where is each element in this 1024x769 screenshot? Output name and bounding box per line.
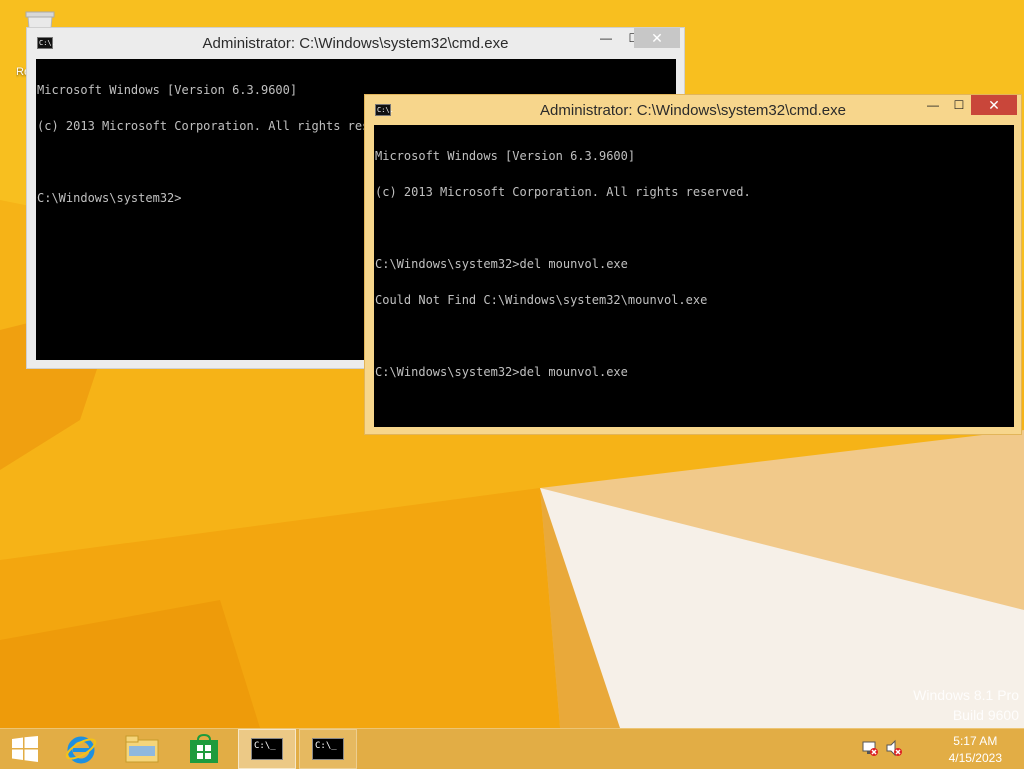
cmd-icon: C:\_ <box>251 738 283 760</box>
window-titlebar[interactable]: C:\. Administrator: C:\Windows\system32\… <box>27 28 684 58</box>
console-line: ​ <box>375 222 1014 234</box>
internet-explorer-button[interactable] <box>52 729 110 769</box>
network-disconnected-icon[interactable] <box>861 739 879 757</box>
watermark-edition: Windows 8.1 Pro <box>913 687 1019 703</box>
store-icon <box>190 734 218 763</box>
volume-muted-icon[interactable] <box>885 739 903 757</box>
minimize-button[interactable]: — <box>592 28 620 48</box>
cmd-icon: C:\_ <box>312 738 344 760</box>
internet-explorer-icon <box>65 736 97 764</box>
maximize-button[interactable]: ☐ <box>945 95 973 115</box>
start-button[interactable] <box>0 729 58 769</box>
console-line: Microsoft Windows [Version 6.3.9600] <box>375 149 636 163</box>
file-explorer-icon <box>125 735 159 763</box>
console-line: C:\Windows\system32>del mounvol.exe <box>375 365 628 379</box>
console-line: (c) 2013 Microsoft Corporation. All righ… <box>375 185 751 199</box>
console-output[interactable]: Microsoft Windows [Version 6.3.9600] (c)… <box>374 125 1014 427</box>
windows-logo-icon <box>12 736 38 762</box>
close-button[interactable]: ✕ <box>634 28 680 48</box>
window-title: Administrator: C:\Windows\system32\cmd.e… <box>202 35 509 52</box>
window-titlebar[interactable]: C:\. Administrator: C:\Windows\system32\… <box>365 95 1021 125</box>
os-watermark: Windows 8.1 Pro Build 9600 <box>913 685 1019 725</box>
cmd-window-front[interactable]: C:\. Administrator: C:\Windows\system32\… <box>364 94 1022 435</box>
clock-time: 5:17 AM <box>953 734 998 748</box>
file-explorer-button[interactable] <box>113 729 171 769</box>
cmd-taskbar-button-1[interactable]: C:\_ <box>238 729 296 769</box>
taskbar-clock[interactable]: 5:17 AM 4/15/2023 <box>949 733 1002 767</box>
console-line: Could Not Find C:\Windows\system32\mounv… <box>375 293 708 307</box>
close-button[interactable]: ✕ <box>971 95 1017 115</box>
console-line: ​ <box>375 330 1014 342</box>
watermark-build: Build 9600 <box>952 707 1019 723</box>
cmd-taskbar-button-2[interactable]: C:\_ <box>299 729 357 769</box>
clock-date: 4/15/2023 <box>948 751 1002 765</box>
store-button[interactable] <box>175 729 233 769</box>
minimize-button[interactable]: — <box>919 95 947 115</box>
console-line: C:\Windows\system32>del mounvol.exe <box>375 257 628 271</box>
